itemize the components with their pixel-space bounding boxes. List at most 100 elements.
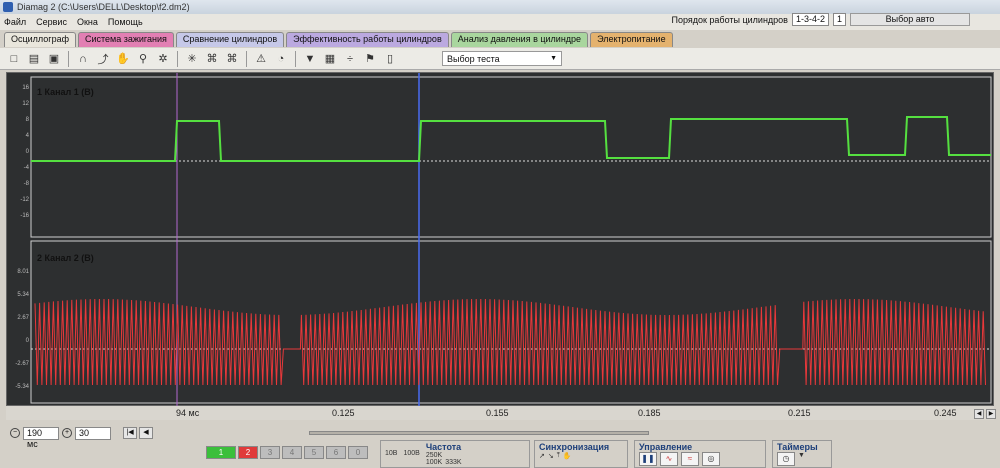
document-icon[interactable]: ▯	[382, 51, 398, 67]
first-frame-icon[interactable]: |◀	[123, 427, 137, 439]
cylinder-number-spinner[interactable]: 1	[832, 13, 846, 26]
timebase-select[interactable]: 190 мс	[23, 426, 59, 449]
separator	[295, 50, 296, 67]
channel-0-button[interactable]: 0	[348, 446, 368, 459]
cylinder-order-select[interactable]: 1-3-4-2	[791, 13, 829, 26]
waveform-plot[interactable]	[7, 73, 995, 407]
separator	[246, 50, 247, 67]
channel-6-button[interactable]: 6	[326, 446, 346, 459]
chevron-down-icon[interactable]: ▼	[798, 452, 805, 466]
freq-333k[interactable]: 333K	[445, 459, 461, 466]
frequency-title: Частота	[425, 442, 462, 452]
select-auto-button[interactable]: Выбор авто	[850, 13, 970, 26]
channel1-y-tick: 0	[25, 149, 29, 155]
frame-navigation: |◀ ◀	[123, 427, 153, 439]
tab-cylinder-compare[interactable]: Сравнение цилиндров	[175, 32, 285, 47]
x-tick: 0.155	[486, 408, 509, 418]
volts-range: 10В 100В	[385, 450, 420, 457]
scroll-right-icon[interactable]: ▶	[986, 409, 996, 419]
open-folder-icon[interactable]: ▤	[26, 51, 42, 67]
sync-buttons: ↗ ↘ ⤒ ✋	[539, 452, 623, 460]
tab-power-supply[interactable]: Электропитание	[590, 32, 673, 47]
channel2-label: 2 Канал 2 (В)	[37, 253, 94, 263]
channel2-y-tick: -5.34	[15, 384, 29, 390]
channel2-waveform	[34, 298, 986, 386]
sync-title: Синхронизация	[539, 442, 610, 452]
tab-cylinder-efficiency[interactable]: Эффективность работы цилиндров	[286, 32, 449, 47]
channel-4-button[interactable]: 4	[282, 446, 302, 459]
control-buttons: ❚❚ ∿ ≈ ◎	[639, 452, 761, 466]
sine-icon[interactable]: ∿	[660, 452, 678, 466]
channel2-y-tick: 0	[25, 338, 29, 344]
multi-icon[interactable]: ⌘	[224, 51, 240, 67]
gauge-icon[interactable]: ◔	[273, 51, 289, 67]
minus-icon[interactable]: −	[10, 428, 20, 438]
menu-file[interactable]: Файл	[4, 17, 26, 27]
overlay-icon[interactable]: ⌘	[204, 51, 220, 67]
tab-pressure-analysis[interactable]: Анализ давления в цилиндре	[450, 32, 589, 47]
sync-manual-icon[interactable]: ✋	[563, 452, 572, 460]
meter-icon[interactable]: ◎	[702, 452, 720, 466]
prev-frame-icon[interactable]: ◀	[139, 427, 153, 439]
frequency-values: 250K	[426, 452, 462, 459]
tab-ignition[interactable]: Система зажигания	[78, 32, 174, 47]
channel2-y-tick: -2.67	[15, 361, 29, 367]
magnet-icon[interactable]: ∩	[75, 51, 91, 67]
separator	[68, 50, 69, 67]
timer-icon[interactable]: ◷	[777, 452, 795, 466]
filter-icon[interactable]: ▼	[302, 51, 318, 67]
channel1-y-tick: 4	[25, 133, 29, 139]
app-icon	[3, 2, 13, 12]
channel1-y-tick: 12	[22, 101, 29, 107]
sync-rise-icon[interactable]: ↗	[539, 452, 545, 460]
channel-3-button[interactable]: 3	[260, 446, 280, 459]
tab-bar: Осциллограф Система зажигания Сравнение …	[4, 32, 673, 47]
noise-icon[interactable]: ≈	[681, 452, 699, 466]
channel2-y-tick: 2.67	[17, 315, 29, 321]
range-100v[interactable]: 100В	[403, 450, 419, 457]
zoom-icon[interactable]: ⚲	[135, 51, 151, 67]
sync-fall-icon[interactable]: ↘	[548, 452, 554, 460]
channel-buttons: 1 2 3 4 5 6 0	[206, 446, 368, 459]
toolbar: □ ▤ ▣ ∩ ⤴ ✋ ⚲ ✲ ✳ ⌘ ⌘ ⚠ ◔ ▼ ▦ ÷ ⚑ ▯ Выбо…	[0, 48, 1000, 70]
save-icon[interactable]: ▣	[46, 51, 62, 67]
cursor-tool-icon[interactable]: ⤴	[95, 51, 111, 67]
measure-icon[interactable]: ✳	[184, 51, 200, 67]
hand-icon[interactable]: ✋	[115, 51, 131, 67]
timers-title: Таймеры	[777, 442, 818, 452]
new-file-icon[interactable]: □	[6, 51, 22, 67]
sync-group: Синхронизация ↗ ↘ ⤒ ✋	[534, 440, 628, 468]
x-tick: 0.215	[788, 408, 811, 418]
channel-1-button[interactable]: 1	[206, 446, 236, 459]
split-icon[interactable]: ÷	[342, 51, 358, 67]
frame-scrollbar[interactable]	[309, 431, 649, 435]
test-select[interactable]: Выбор теста ▼	[442, 51, 562, 66]
range-10v[interactable]: 10В	[385, 450, 397, 457]
menu-help[interactable]: Помощь	[108, 17, 143, 27]
warning-icon[interactable]: ⚠	[253, 51, 269, 67]
plus-icon[interactable]: +	[62, 428, 72, 438]
menu-service[interactable]: Сервис	[36, 17, 67, 27]
channel1-label: 1 Канал 1 (В)	[37, 87, 94, 97]
flag-icon[interactable]: ⚑	[362, 51, 378, 67]
channel1-waveform	[31, 116, 991, 162]
tab-oscilloscope[interactable]: Осциллограф	[4, 32, 76, 47]
horizontal-scroll-buttons: ◀ ▶	[974, 409, 996, 419]
menu-windows[interactable]: Окна	[77, 17, 98, 27]
channel-2-button[interactable]: 2	[238, 446, 258, 459]
channel1-y-tick: -8	[23, 181, 29, 187]
zoom-select[interactable]: 30	[75, 426, 111, 440]
oscilloscope-view[interactable]: 1 Канал 1 (В) 2 Канал 2 (В) 16 12 8 4 0 -4 -8 -…	[6, 72, 995, 407]
fit-icon[interactable]: ✲	[155, 51, 171, 67]
channel-5-button[interactable]: 5	[304, 446, 324, 459]
channel2-y-tick: 5.34	[17, 292, 29, 298]
freq-100k[interactable]: 100K	[426, 459, 442, 466]
scroll-left-icon[interactable]: ◀	[974, 409, 984, 419]
grid-icon[interactable]: ▦	[322, 51, 338, 67]
timebase-control: − 190 мс + 30	[10, 426, 111, 449]
sync-auto-icon[interactable]: ⤒	[557, 452, 560, 460]
freq-250k[interactable]: 250K	[426, 452, 442, 459]
timers-buttons: ◷ ▼	[777, 452, 827, 466]
pause-icon[interactable]: ❚❚	[639, 452, 657, 466]
control-title: Управление	[639, 442, 693, 452]
